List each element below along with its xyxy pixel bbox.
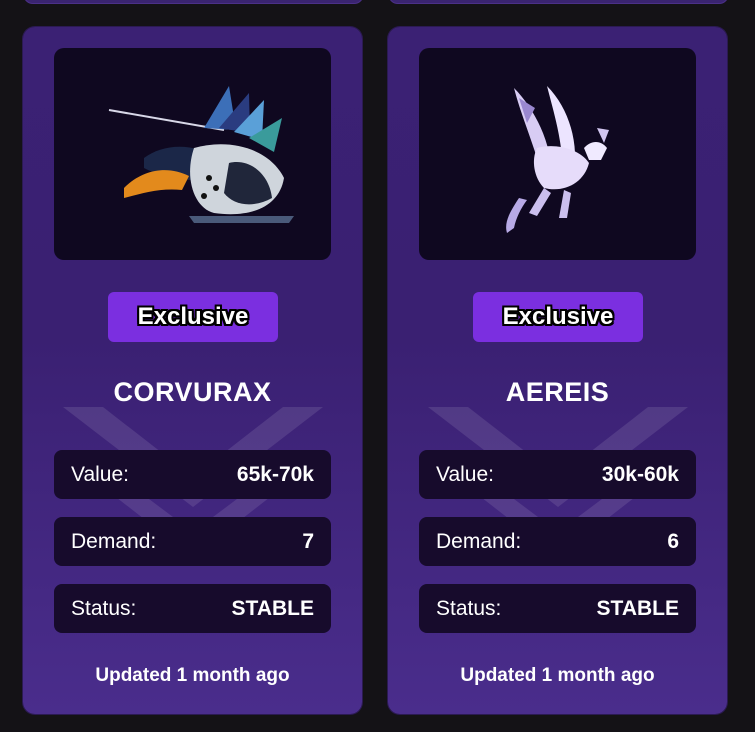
value-label: Value: bbox=[71, 462, 129, 486]
aereis-creature-icon bbox=[506, 86, 609, 233]
value-label: Value: bbox=[436, 462, 494, 486]
value-row: Value: 30k-60k bbox=[419, 450, 696, 499]
demand-row: Demand: 7 bbox=[54, 517, 331, 566]
status-value: STABLE bbox=[596, 596, 679, 620]
demand-label: Demand: bbox=[71, 529, 157, 553]
value-amount: 30k-60k bbox=[601, 462, 679, 486]
value-row: Value: 65k-70k bbox=[54, 450, 331, 499]
pet-card-aereis[interactable]: Exclusive AEREIS Value: 30k-60k Demand: … bbox=[388, 27, 727, 714]
pet-image bbox=[419, 48, 696, 260]
corvurax-creature-icon bbox=[108, 86, 294, 223]
exclusive-badge: Exclusive bbox=[108, 292, 278, 342]
status-row: Status: STABLE bbox=[419, 584, 696, 633]
status-label: Status: bbox=[71, 596, 137, 620]
status-label: Status: bbox=[436, 596, 502, 620]
demand-label: Demand: bbox=[436, 529, 522, 553]
demand-amount: 7 bbox=[302, 529, 314, 553]
status-value: STABLE bbox=[231, 596, 314, 620]
pet-name: AEREIS bbox=[505, 377, 610, 407]
card-above-left bbox=[23, 0, 364, 4]
demand-row: Demand: 6 bbox=[419, 517, 696, 566]
updated-timestamp: Updated 1 month ago bbox=[95, 665, 290, 686]
pet-image bbox=[54, 48, 331, 260]
demand-amount: 6 bbox=[667, 529, 679, 553]
pet-name: CORVURAX bbox=[113, 377, 272, 407]
updated-timestamp: Updated 1 month ago bbox=[460, 665, 655, 686]
value-amount: 65k-70k bbox=[236, 462, 314, 486]
pet-card-corvurax[interactable]: Exclusive CORVURAX Value: 65k-70k Demand… bbox=[23, 27, 362, 714]
exclusive-badge: Exclusive bbox=[473, 292, 643, 342]
status-row: Status: STABLE bbox=[54, 584, 331, 633]
card-above-right bbox=[388, 0, 729, 4]
